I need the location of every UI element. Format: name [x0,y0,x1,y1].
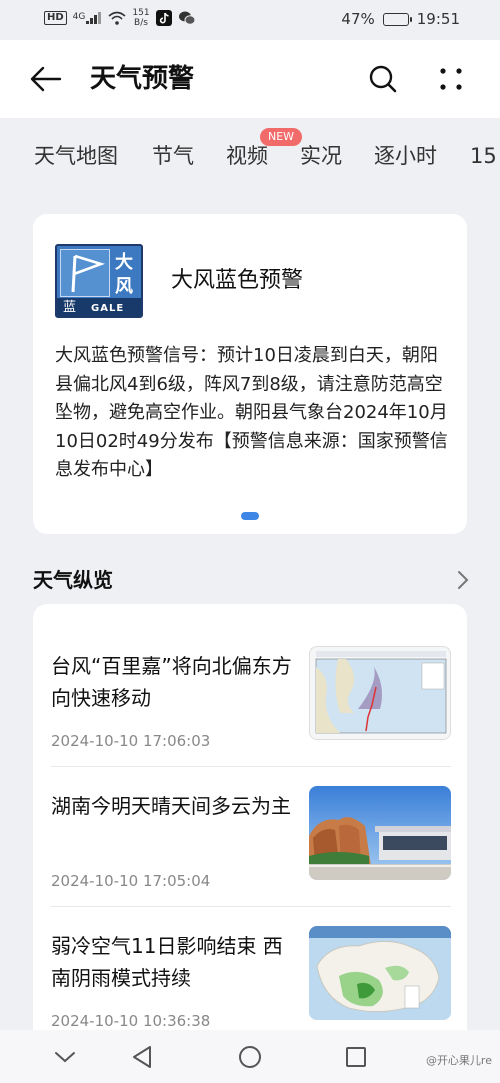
warning-text: 大风蓝色预警信号：预计10日凌晨到白天，朝阳县偏北风4到6级，阵风7到8级，请注… [55,345,448,480]
tab-weather-map[interactable]: 天气地图 [34,142,118,170]
net-speed-value: 151 [132,8,150,18]
net-speed: 151 B/s [132,8,149,28]
back-button[interactable] [30,62,70,96]
divider [51,766,451,767]
news-item[interactable]: 弱冷空气11日影响结束 西南阴雨模式持续 2024-10-10 10:36:38 [51,926,451,1044]
tab-video[interactable]: 视频 [226,142,268,170]
tab-15-day[interactable]: 15日 [470,142,500,170]
category-tabs: 天气地图 节气 视频 NEW 实况 逐小时 15日 [0,118,500,194]
nav-recents-button[interactable] [343,1044,369,1070]
news-item[interactable]: 湖南今明天晴天间多云为主 2024-10-10 17:05:04 [51,786,451,930]
news-title: 湖南今明天晴天间多云为主 [51,794,291,818]
overview-more-button[interactable] [454,568,472,592]
tab-solar-terms[interactable]: 节气 [152,142,194,170]
app-header: 天气预警 [0,40,500,118]
status-left: HD 4G 151 B/s [44,8,196,28]
nav-home-button[interactable] [237,1044,263,1070]
page-title: 天气预警 [90,64,195,94]
battery-icon [382,12,412,26]
triangle-back-icon [133,1046,151,1068]
nav-hide-button[interactable] [52,1044,78,1070]
battery-percent: 47% [341,10,375,28]
hd-indicator: HD [44,11,67,25]
pager-indicator [241,512,259,520]
tiktok-icon [155,10,172,26]
system-nav-bar: @开心果儿re [0,1030,500,1083]
chevron-right-icon [458,571,469,589]
chevron-down-icon [55,1052,75,1063]
more-dots-icon [440,68,462,90]
warning-title: 大风蓝色预警 [171,268,304,293]
wifi-icon [108,11,126,25]
news-time: 2024-10-10 10:36:38 [51,1012,211,1030]
overview-title: 天气纵览 [33,568,113,592]
back-arrow-icon [30,66,62,92]
status-right: 47% 19:51 [341,10,460,28]
square-recents-icon [346,1047,366,1067]
signal-icon: 4G [73,12,103,24]
news-time: 2024-10-10 17:06:03 [51,732,211,750]
overview-list: 台风“百里嘉”将向北偏东方向快速移动 2024-10-10 17:06:03 湖… [33,604,467,1044]
tab-live[interactable]: 实况 [300,142,342,170]
clock: 19:51 [416,10,460,28]
nav-back-button[interactable] [130,1044,156,1070]
search-button[interactable] [366,62,400,96]
watermark: @开心果儿re [425,1054,492,1067]
weather-map-thumbnail [309,926,451,1020]
tab-hourly[interactable]: 逐小时 [374,142,437,170]
wechat-icon [178,11,196,25]
new-badge: NEW [260,128,303,146]
network-type: 4G [72,12,86,22]
gale-level-char: 蓝 [63,300,77,315]
news-title: 弱冷空气11日影响结束 西南阴雨模式持续 [51,934,283,990]
more-button[interactable] [434,62,468,96]
circle-home-icon [239,1046,261,1068]
gale-bottom-strip: 蓝 GALE [57,298,141,316]
gale-char-wind: 风 [115,276,133,297]
gale-warning-icon: 大 风 蓝 GALE [55,244,143,318]
search-icon [369,65,397,93]
typhoon-map-thumbnail [309,646,451,740]
warning-card[interactable]: 大 风 蓝 GALE 大风蓝色预警 大风蓝色预警信号：预计10日凌晨到白天，朝阳… [33,214,467,534]
gale-char-big: 大 [115,252,133,273]
divider [51,906,451,907]
gale-word: GALE [91,303,125,314]
landscape-photo-thumbnail [309,786,451,880]
news-item[interactable]: 台风“百里嘉”将向北偏东方向快速移动 2024-10-10 17:06:03 [51,646,451,790]
news-time: 2024-10-10 17:05:04 [51,872,211,890]
wind-flag-icon [60,249,110,297]
net-speed-unit: B/s [134,18,148,28]
status-bar: HD 4G 151 B/s 47% 19:51 [0,0,500,40]
news-title: 台风“百里嘉”将向北偏东方向快速移动 [51,654,292,710]
